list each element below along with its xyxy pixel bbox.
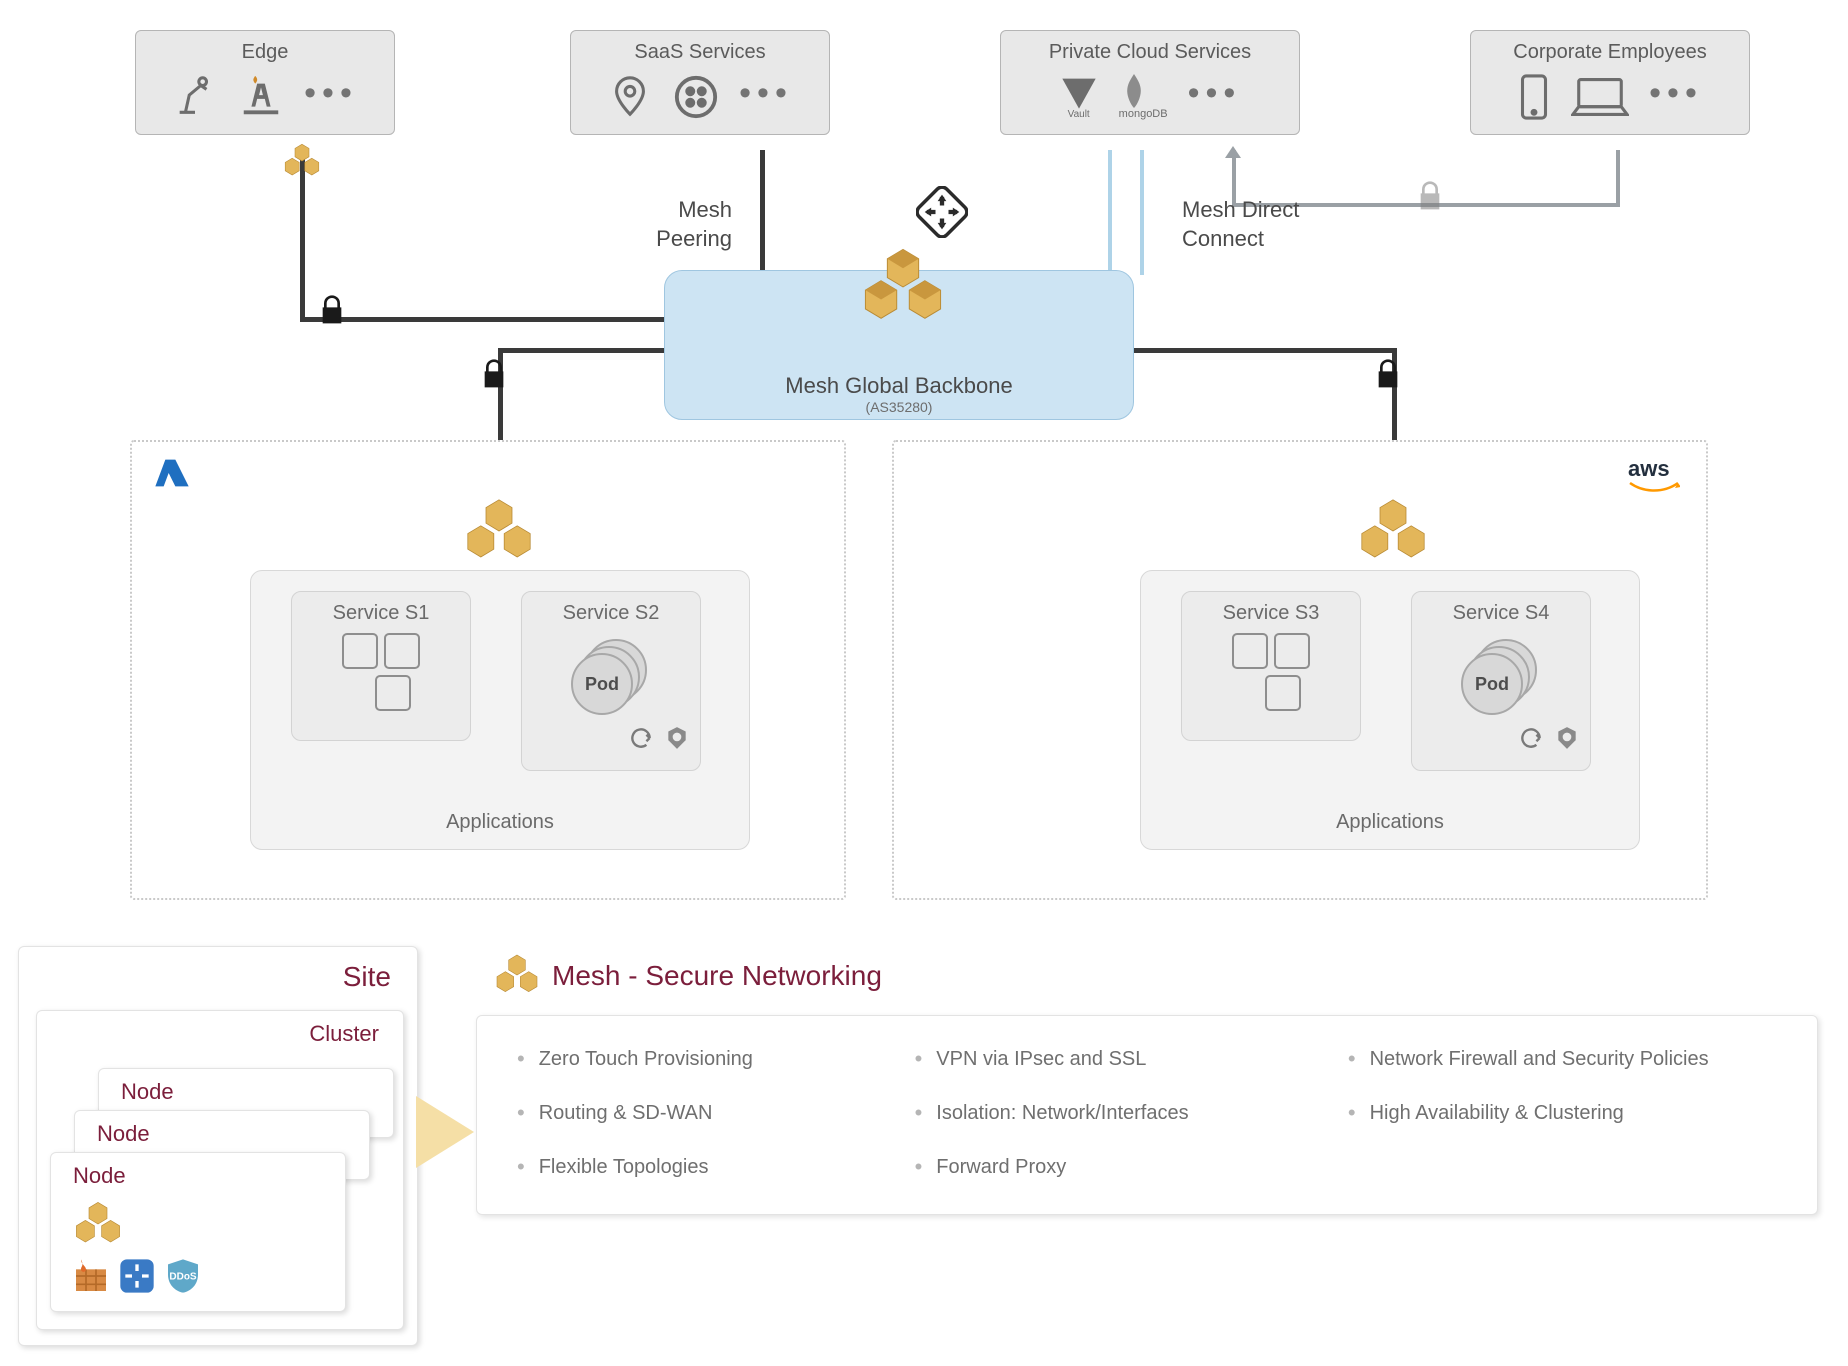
mesh-cubes-icon: [281, 140, 323, 187]
applications-label: Applications: [251, 811, 749, 834]
azure-apps-panel: Service S1 Service S2 Pod Applications: [250, 570, 750, 850]
aws-apps-panel: Service S3 Service S4 Pod Applications: [1140, 570, 1640, 850]
more-icon: •••: [304, 76, 358, 118]
feature-item: Forward Proxy: [915, 1154, 1308, 1180]
connector-line: [498, 348, 668, 353]
mesh-cubes-icon: [856, 240, 950, 339]
service-label: Service S2: [522, 602, 700, 625]
service-s2-box: Service S2 Pod: [521, 591, 701, 771]
site-label: Site: [19, 947, 417, 993]
oil-rig-icon: [238, 74, 284, 120]
service-s4-box: Service S4 Pod: [1411, 591, 1591, 771]
node-label: Node: [75, 1111, 369, 1147]
svg-text:DDoS: DDoS: [169, 1271, 197, 1282]
lock-icon: [1414, 180, 1446, 212]
mesh-cubes-icon: [1354, 492, 1432, 575]
service-s3-box: Service S3: [1181, 591, 1361, 741]
node-card-front: Node DDoS: [50, 1152, 346, 1312]
aws-icon: aws: [1628, 456, 1680, 494]
corporate-employees-title: Corporate Employees: [1489, 41, 1731, 64]
service-label: Service S3: [1182, 602, 1360, 625]
replicas-icon: [321, 633, 441, 711]
pod-stack-icon: Pod: [571, 639, 651, 719]
corporate-employees-card: Corporate Employees •••: [1470, 30, 1750, 135]
feature-item: High Availability & Clustering: [1348, 1100, 1777, 1126]
laptop-icon: [1571, 74, 1629, 120]
features-panel: Zero Touch Provisioning VPN via IPsec an…: [476, 1015, 1818, 1215]
feature-item: Network Firewall and Security Policies: [1348, 1046, 1777, 1072]
private-cloud-card: Private Cloud Services Vault mongoDB •••: [1000, 30, 1300, 135]
pod-stack-icon: Pod: [1461, 639, 1541, 719]
edge-card: Edge •••: [135, 30, 395, 135]
router-icon: [916, 186, 968, 243]
mongodb-icon: mongoDB: [1119, 74, 1168, 120]
service-s1-box: Service S1: [291, 591, 471, 741]
router-icon: [117, 1256, 157, 1301]
feature-item: Routing & SD-WAN: [517, 1100, 875, 1126]
replicas-icon: [1211, 633, 1331, 711]
map-pin-icon: [607, 74, 653, 120]
service-label: Service S4: [1412, 602, 1590, 625]
mesh-cubes-icon: [492, 950, 542, 1005]
lock-icon: [316, 294, 348, 326]
private-cloud-title: Private Cloud Services: [1019, 41, 1281, 64]
connector-line: [760, 150, 765, 275]
lock-icon: [478, 358, 510, 390]
robot-arm-icon: [172, 74, 218, 120]
feature-item: Flexible Topologies: [517, 1154, 875, 1180]
feature-item: Zero Touch Provisioning: [517, 1046, 875, 1072]
sync-icon: [1518, 725, 1544, 756]
more-icon: •••: [739, 76, 793, 118]
backbone-title: Mesh Global Backbone: [665, 373, 1133, 399]
connector-line: [1108, 150, 1112, 275]
arrowhead-icon: [1225, 146, 1241, 158]
saas-title: SaaS Services: [589, 41, 811, 64]
kubernetes-icon: [1554, 725, 1580, 756]
cluster-label: Cluster: [37, 1011, 403, 1047]
backbone-subtitle: (AS35280): [665, 399, 1133, 415]
azure-icon: [152, 456, 192, 496]
more-icon: •••: [1188, 76, 1242, 118]
node-label: Node: [99, 1069, 393, 1105]
vault-icon: Vault: [1059, 75, 1099, 120]
connector-line: [1140, 150, 1144, 275]
service-label: Service S1: [292, 602, 470, 625]
mesh-cubes-icon: [460, 492, 538, 575]
feature-item: VPN via IPsec and SSL: [915, 1046, 1308, 1072]
features-title: Mesh - Secure Networking: [552, 960, 882, 992]
applications-label: Applications: [1141, 811, 1639, 834]
kubernetes-icon: [664, 725, 690, 756]
connector-line: [1130, 348, 1396, 353]
twilio-icon: [673, 74, 719, 120]
connector-line: [1616, 150, 1620, 205]
firewall-icon: [71, 1256, 111, 1301]
arrow-pointer-icon: [416, 1096, 474, 1168]
feature-item: Isolation: Network/Interfaces: [915, 1100, 1308, 1126]
mesh-peering-label: Mesh Peering: [612, 196, 732, 253]
phone-icon: [1517, 74, 1551, 120]
saas-card: SaaS Services •••: [570, 30, 830, 135]
connector-line: [300, 317, 668, 322]
shield-ddos-icon: DDoS: [163, 1256, 203, 1301]
more-icon: •••: [1649, 76, 1703, 118]
sync-icon: [628, 725, 654, 756]
mesh-cubes-icon: [71, 1197, 125, 1256]
lock-icon: [1372, 358, 1404, 390]
mesh-direct-connect-label: Mesh Direct Connect: [1182, 196, 1299, 253]
node-label: Node: [51, 1153, 345, 1189]
edge-title: Edge: [154, 41, 376, 64]
